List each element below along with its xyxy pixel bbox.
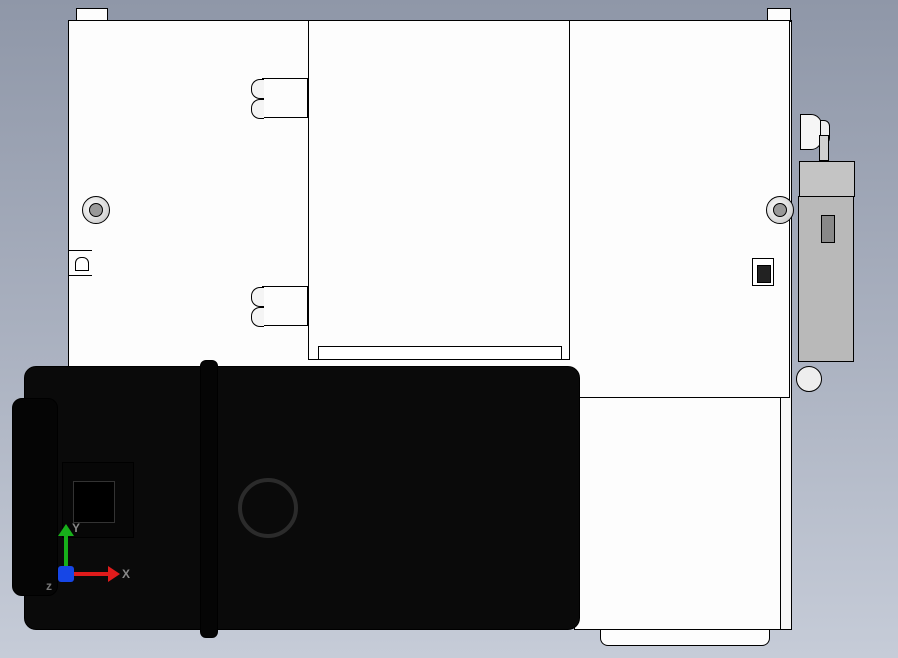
axis-z-label: z <box>46 580 52 592</box>
axis-y-label: Y <box>72 522 80 534</box>
axis-x-label: X <box>122 568 130 580</box>
motor-clamp-ring <box>200 360 218 638</box>
cad-viewport[interactable]: Y X z <box>0 0 898 658</box>
external-bracket <box>798 196 854 362</box>
center-panel-ledge <box>318 346 562 360</box>
bolt-head-left <box>82 196 110 224</box>
slab-bottom-lug <box>600 630 770 646</box>
axis-z-marker <box>58 566 74 582</box>
slab-round-pin <box>796 366 822 392</box>
bracket-slot <box>821 215 835 243</box>
bracket-top-plate <box>799 161 855 197</box>
orientation-triad[interactable]: Y X z <box>48 524 128 604</box>
bolt-head-right <box>766 196 794 224</box>
panel-standoff-top <box>262 78 308 118</box>
housing-left-notch <box>68 250 92 276</box>
panel-standoff-bottom <box>262 286 308 326</box>
center-panel <box>308 20 570 360</box>
bracket-hook <box>819 135 829 161</box>
slab-pin-block <box>752 258 774 286</box>
motor-face-ring <box>238 478 298 538</box>
axis-x-arrow <box>108 566 120 582</box>
